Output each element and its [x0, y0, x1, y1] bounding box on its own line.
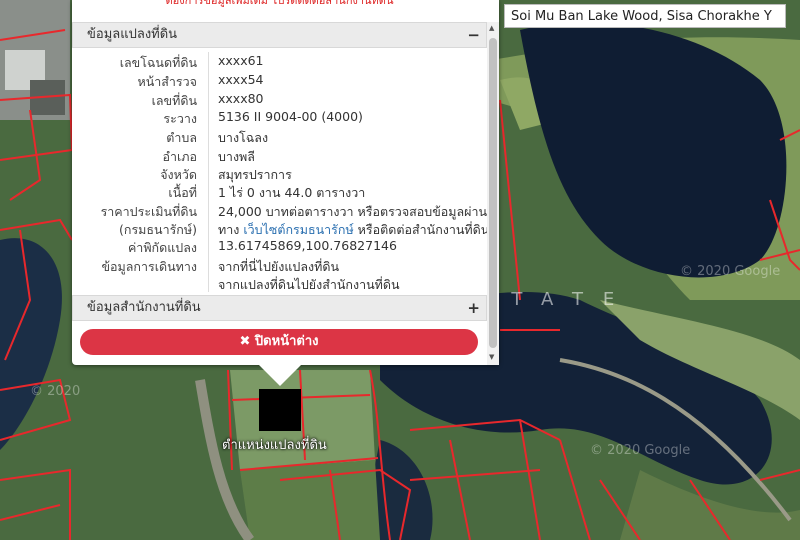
price-row-2: (กรมธนารักษ์) ทาง เว็บไซต์กรมธนารักษ์ หร…: [119, 222, 487, 237]
popup-pointer: [258, 364, 302, 386]
parcel-marker-label: ตำแหน่งแปลงที่ดิน: [222, 438, 327, 453]
travel-row-2: จากแปลงที่ดินไปยังสำนักงานที่ดิน: [72, 275, 487, 292]
treasury-website-link[interactable]: เว็บไซต์กรมธนารักษ์: [243, 222, 353, 237]
table-row: อำเภอ บางพลี: [162, 149, 255, 164]
route-to-office-link[interactable]: จากแปลงที่ดินไปยังสำนักงานที่ดิน: [218, 275, 400, 292]
price-row: ราคาประเมินที่ดิน 24,000 บาทต่อตารางวา ห…: [100, 204, 487, 219]
table-row: ตำบล บางโฉลง: [166, 130, 269, 145]
expand-icon[interactable]: +: [467, 296, 480, 320]
popup-warning-text: ต้องการข้อมูลเพิ่มเติม โปรดติดต่อสำนักงา…: [165, 0, 394, 7]
table-row: หน้าสำรวจ xxxx54: [137, 72, 264, 89]
parcel-marker[interactable]: [259, 389, 301, 431]
travel-row: ข้อมูลการเดินทาง จากที่นี่ไปยังแปลงที่ดิ…: [72, 257, 487, 276]
popup-scrollbar[interactable]: ▲ ▼: [487, 22, 499, 365]
land-info-header[interactable]: ข้อมูลแปลงที่ดิน −: [72, 22, 487, 48]
land-office-title: ข้อมูลสำนักงานที่ดิน: [87, 300, 201, 315]
land-info-table: เลขโฉนดที่ดิน xxxx61 หน้าสำรวจ xxxx54 เล…: [72, 52, 487, 292]
coordinate-row: ค่าพิกัดแปลง 13.61745869,100.76827146: [127, 238, 397, 255]
close-window-button[interactable]: ✖ ปิดหน้าต่าง: [80, 329, 478, 355]
location-label: Soi Mu Ban Lake Wood, Sisa Chorakhe Y: [504, 4, 786, 28]
table-row: ระวาง 5136 II 9004-00 (4000): [163, 109, 363, 126]
parcel-info-popup: ต้องการข้อมูลเพิ่มเติม โปรดติดต่อสำนักงา…: [72, 0, 499, 365]
map-watermark-estate: STATE: [480, 289, 635, 310]
table-row: เลขโฉนดที่ดิน xxxx61: [119, 53, 264, 70]
scrollbar-thumb[interactable]: [489, 38, 497, 348]
route-to-parcel-link[interactable]: จากที่นี่ไปยังแปลงที่ดิน: [218, 257, 339, 277]
collapse-icon[interactable]: −: [467, 23, 480, 47]
table-row: เนื้อที่ 1 ไร่ 0 งาน 44.0 ตารางวา: [168, 185, 366, 200]
land-info-title: ข้อมูลแปลงที่ดิน: [87, 27, 178, 42]
map-watermark-google: © 2020 Google: [590, 443, 691, 458]
map-watermark-google: © 2020: [30, 384, 81, 399]
land-office-header[interactable]: ข้อมูลสำนักงานที่ดิน +: [72, 295, 487, 321]
table-row: เลขที่ดิน xxxx80: [151, 91, 264, 108]
table-row: จังหวัด สมุทรปราการ: [160, 167, 292, 182]
scroll-down-icon[interactable]: ▼: [489, 353, 494, 361]
coordinate-link[interactable]: 13.61745869,100.76827146: [218, 238, 397, 253]
scroll-up-icon[interactable]: ▲: [489, 24, 494, 32]
map-watermark-google: © 2020 Google: [680, 264, 781, 279]
